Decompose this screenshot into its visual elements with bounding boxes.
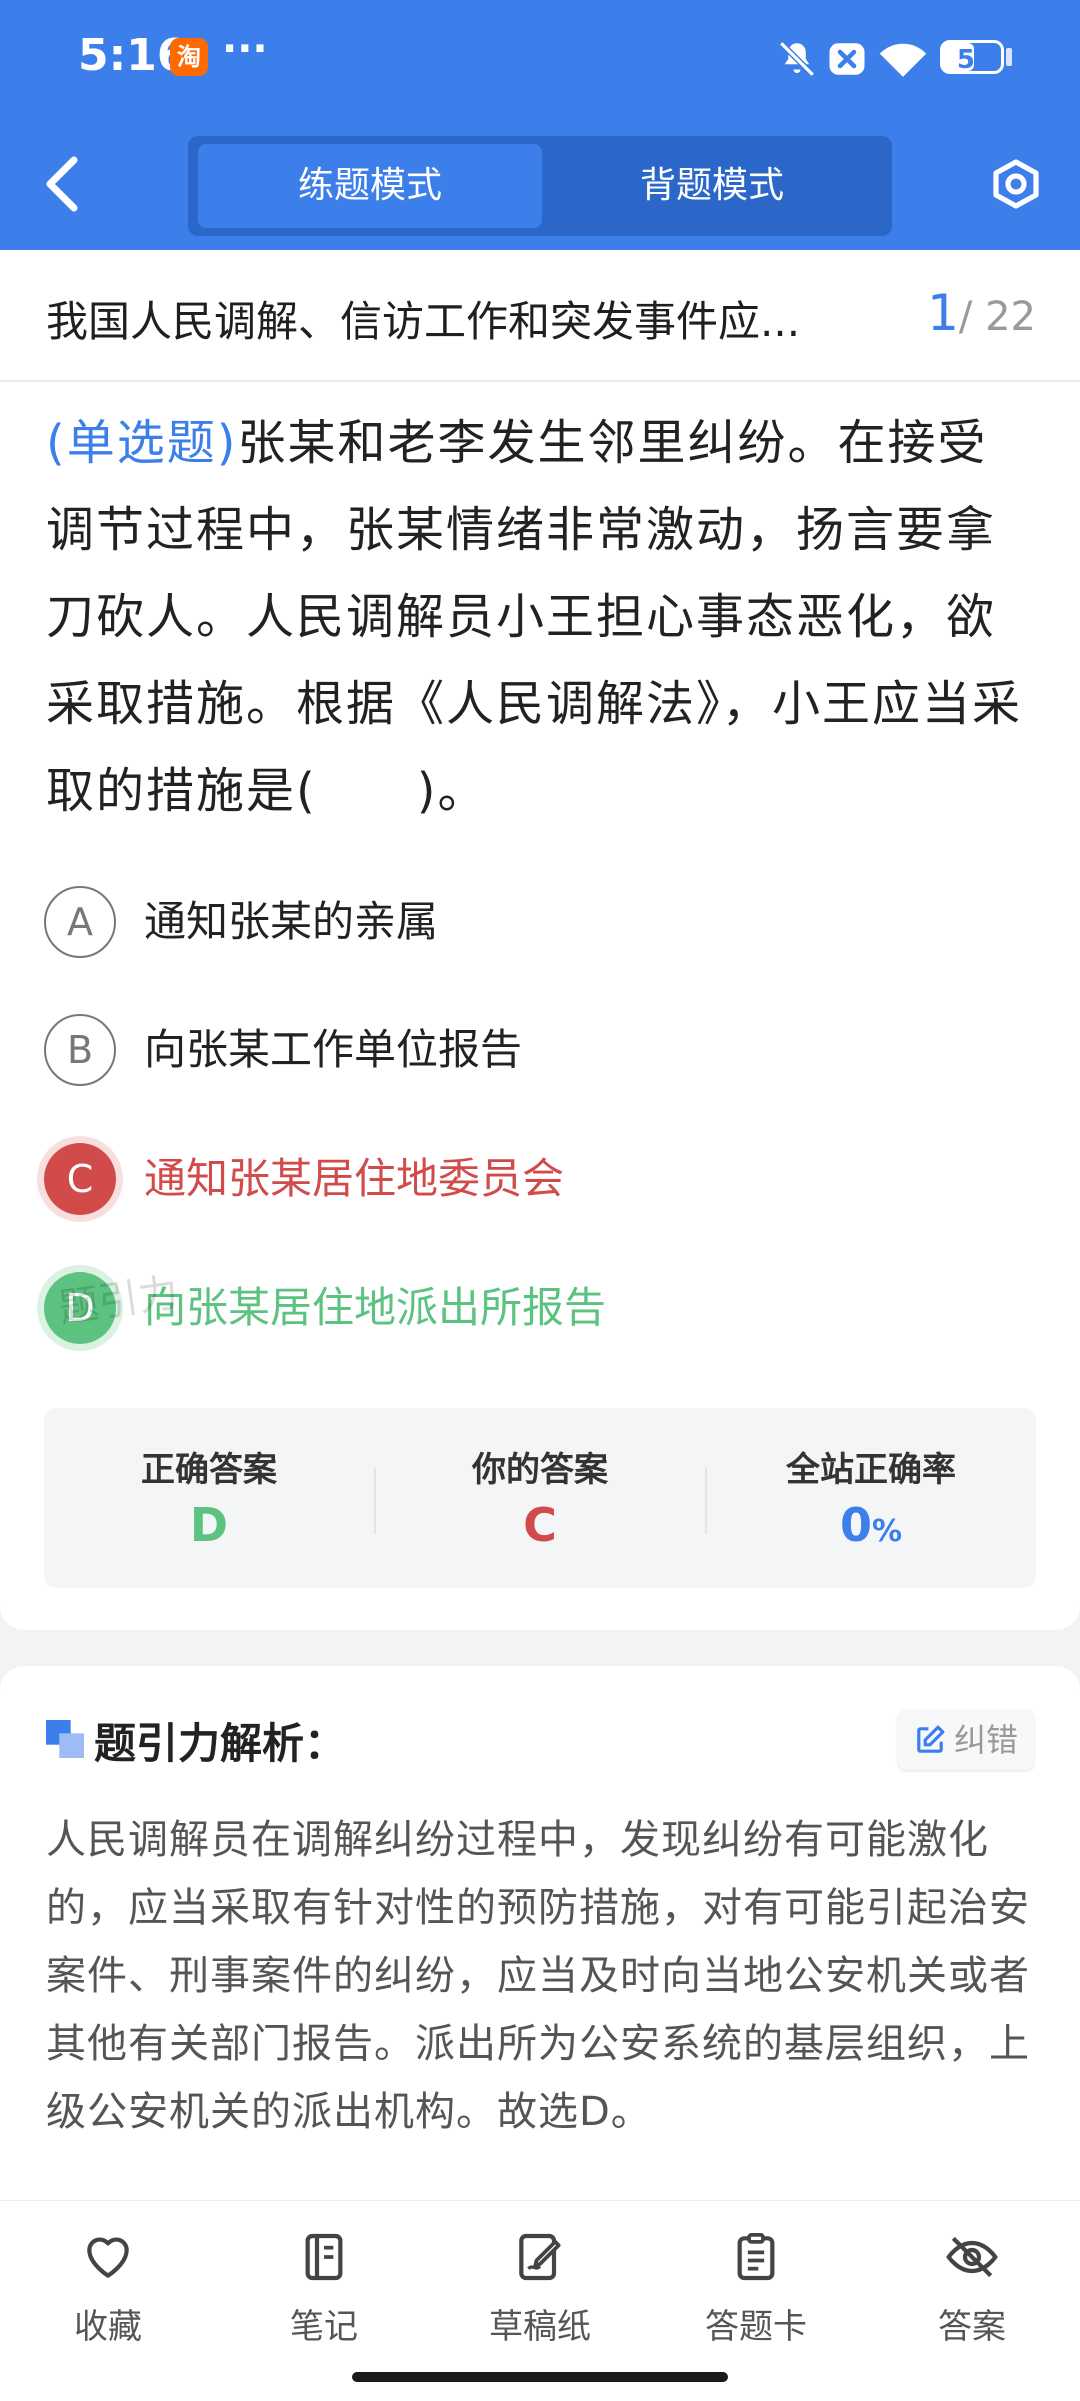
- favorite-button[interactable]: 收藏: [28, 2229, 188, 2347]
- report-error-label: 纠错: [954, 1721, 1019, 1759]
- option-a[interactable]: A 通知张某的亲属: [44, 886, 944, 966]
- question-type-label: (单选题): [46, 415, 238, 471]
- clipboard-icon: [737, 2232, 775, 2281]
- status-bar: 5:16 淘 ··· 53: [0, 0, 1080, 118]
- your-answer-label: 你的答案: [472, 1450, 608, 1490]
- correct-answer-label: 正确答案: [141, 1450, 277, 1490]
- accuracy-value: 0%: [706, 1498, 1036, 1552]
- wifi-icon: [879, 43, 927, 77]
- your-answer-value: C: [523, 1498, 557, 1552]
- notes-button[interactable]: 笔记: [244, 2229, 404, 2347]
- option-a-text: 通知张某的亲属: [144, 897, 439, 946]
- tab-practice-mode[interactable]: 练题模式: [198, 144, 542, 228]
- mode-segmented-control: 练题模式 背题模式: [188, 136, 892, 236]
- analysis-title: 题引力解析：: [94, 1719, 347, 1768]
- option-a-letter: A: [44, 886, 116, 958]
- tab-memorize-mode[interactable]: 背题模式: [540, 144, 884, 228]
- accuracy-label: 全站正确率: [786, 1450, 956, 1490]
- show-answer-label: 答案: [938, 2307, 1006, 2347]
- bottom-toolbar: 收藏 笔记 草稿纸 答题卡 答案: [0, 2200, 1080, 2401]
- battery-icon: 53: [940, 40, 1004, 75]
- option-d-letter: D: [44, 1272, 116, 1344]
- taobao-app-icon: 淘: [170, 38, 208, 76]
- question-page-indicator: 1/ 22: [927, 284, 1036, 342]
- analysis-card: 题引力解析： 纠错 人民调解员在调解纠纷过程中，发现纠纷有可能激化的，应当采取有…: [0, 1666, 1080, 2236]
- option-c-letter: C: [44, 1143, 116, 1215]
- accuracy-unit: %: [871, 1514, 903, 1549]
- accuracy-number: 0: [839, 1498, 872, 1552]
- total-questions: / 22: [958, 294, 1036, 340]
- your-answer-column: 你的答案 C: [375, 1408, 705, 1588]
- report-error-button[interactable]: 纠错: [898, 1710, 1034, 1770]
- option-b-text: 向张某工作单位报告: [144, 1025, 523, 1074]
- current-question-number: 1: [927, 284, 959, 342]
- question-set-title: 我国人民调解、信访工作和突发事件应...: [46, 297, 801, 346]
- question-card: 我国人民调解、信访工作和突发事件应... 1/ 22 (单选题)张某和老李发生邻…: [0, 250, 1080, 1630]
- show-answer-button[interactable]: 答案: [892, 2229, 1052, 2347]
- mute-bell-icon: [779, 41, 815, 77]
- question-set-header: 我国人民调解、信访工作和突发事件应... 1/ 22: [0, 250, 1080, 382]
- favorite-label: 收藏: [74, 2307, 142, 2347]
- answer-summary: 正确答案 D 你的答案 C 全站正确率 0%: [44, 1408, 1036, 1588]
- battery-text: 53: [956, 45, 994, 75]
- option-b[interactable]: B 向张某工作单位报告: [44, 1014, 944, 1094]
- correct-answer-value: D: [189, 1498, 229, 1552]
- heart-icon: [87, 2237, 129, 2278]
- no-sim-icon: [829, 43, 865, 75]
- option-d-text: 向张某居住地派出所报告: [144, 1283, 607, 1332]
- more-notifications-icon: ···: [222, 26, 268, 72]
- accuracy-column: 全站正确率 0%: [706, 1408, 1036, 1588]
- answer-sheet-label: 答题卡: [705, 2307, 807, 2347]
- draft-paper-button[interactable]: 草稿纸: [460, 2229, 620, 2347]
- correct-answer-column: 正确答案 D: [44, 1408, 374, 1588]
- settings-icon[interactable]: [990, 158, 1042, 210]
- option-c[interactable]: C 通知张某居住地委员会: [44, 1143, 944, 1223]
- back-arrow-icon[interactable]: [38, 152, 88, 216]
- analysis-text: 人民调解员在调解纠纷过程中，发现纠纷有可能激化的，应当采取有针对性的预防措施，对…: [46, 1817, 1030, 2135]
- draft-paper-label: 草稿纸: [489, 2307, 591, 2347]
- home-indicator[interactable]: [352, 2372, 728, 2382]
- notes-label: 笔记: [290, 2307, 358, 2347]
- option-d[interactable]: D 向张某居住地派出所报告: [44, 1272, 944, 1352]
- question-text: 张某和老李发生邻里纠纷。在接受调节过程中，张某情绪非常激动，扬言要拿刀砍人。人民…: [46, 415, 1023, 819]
- draft-pen-icon: [519, 2233, 561, 2281]
- analysis-squares-icon: [46, 1720, 84, 1758]
- battery-tip: [1006, 48, 1012, 66]
- edit-icon: [917, 1725, 945, 1753]
- answer-sheet-button[interactable]: 答题卡: [676, 2229, 836, 2347]
- eye-off-icon: [946, 2236, 998, 2278]
- option-c-text: 通知张某居住地委员会: [144, 1154, 565, 1203]
- question-stem: (单选题)张某和老李发生邻里纠纷。在接受调节过程中，张某情绪非常激动，扬言要拿刀…: [46, 400, 1036, 835]
- notebook-icon: [305, 2233, 343, 2281]
- option-b-letter: B: [44, 1014, 116, 1086]
